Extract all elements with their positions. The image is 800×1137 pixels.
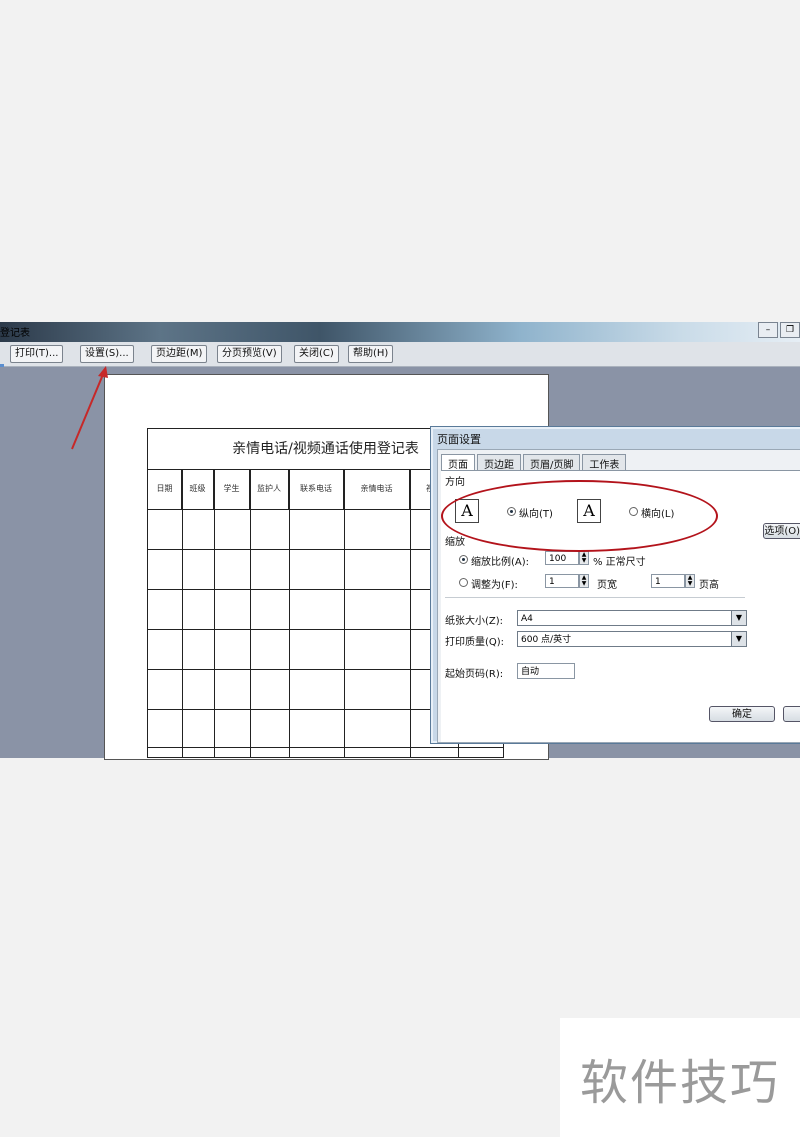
column-header: 联系电话 (289, 469, 344, 509)
window-titlebar: 登记表 – ❐ (0, 322, 800, 342)
column-header: 监护人 (250, 469, 289, 509)
column-line (344, 469, 345, 757)
column-header: 日期 (148, 469, 182, 509)
watermark-box: 软件技巧 (560, 1018, 800, 1137)
page-break-preview-button[interactable]: 分页预览(V) (217, 345, 282, 363)
ok-button[interactable]: 确定 (709, 706, 775, 722)
pages-tall-label: 页高 (699, 580, 719, 591)
print-quality-select[interactable]: 600 点/英寸 ▼ (517, 631, 747, 647)
fit-to-label[interactable]: 调整为(F): (471, 576, 518, 591)
column-line (214, 469, 215, 757)
watermark-text: 软件技巧 (579, 1055, 780, 1111)
red-highlight-circle (441, 480, 718, 552)
window-title: 登记表 (0, 328, 30, 339)
row-line (148, 747, 503, 748)
column-line (182, 469, 183, 757)
print-button[interactable]: 打印(T)... (10, 345, 64, 363)
print-preview-toolbar: 打印(T)... 设置(S)... 页边距(M) 分页预览(V) 关闭(C) 帮… (0, 342, 800, 382)
fit-to-radio[interactable] (459, 578, 468, 587)
column-header: 班级 (182, 469, 214, 509)
scale-ratio-label[interactable]: 缩放比例(A): (471, 553, 529, 568)
cancel-button[interactable] (783, 706, 800, 722)
margins-button[interactable]: 页边距(M) (151, 345, 208, 363)
print-quality-label: 打印质量(Q): (445, 637, 505, 648)
scale-ratio-suffix: % 正常尺寸 (593, 557, 646, 568)
page-setup-dialog: 页面设置 页面 页边距 页眉/页脚 工作表 方向 A 纵向(T) A 横向(L)… (430, 426, 800, 744)
help-button[interactable]: 帮助(H) (348, 345, 394, 363)
first-page-input[interactable]: 自动 (517, 663, 575, 679)
setup-button[interactable]: 设置(S)... (80, 345, 134, 363)
paper-size-select[interactable]: A4 ▼ (517, 610, 747, 626)
paper-size-label: 纸张大小(Z): (445, 616, 504, 627)
dialog-title: 页面设置 (437, 433, 481, 446)
minimize-icon[interactable]: – (758, 322, 778, 338)
chevron-down-icon[interactable]: ▼ (731, 611, 746, 625)
first-page-label: 起始页码(R): (445, 669, 504, 680)
close-button[interactable]: 关闭(C) (294, 345, 339, 363)
scale-ratio-input[interactable]: 100 (545, 551, 579, 565)
print-quality-value: 600 点/英寸 (521, 635, 572, 645)
pages-wide-label: 页宽 (597, 580, 617, 591)
pages-tall-input[interactable]: 1 (651, 574, 685, 588)
separator (445, 597, 745, 598)
pages-tall-spinner[interactable]: ▲ ▼ (685, 574, 695, 588)
paper-size-value: A4 (521, 614, 533, 624)
column-header: 亲情电话 (344, 469, 410, 509)
scale-ratio-spinner[interactable]: ▲ ▼ (579, 551, 589, 565)
column-header: 学生 (214, 469, 250, 509)
restore-icon[interactable]: ❐ (780, 322, 800, 338)
orientation-section-label: 方向 (445, 477, 465, 488)
options-button[interactable]: 选项(O)... (763, 523, 800, 539)
scale-ratio-radio[interactable] (459, 555, 468, 564)
column-line (289, 469, 290, 757)
column-line (250, 469, 251, 757)
pages-wide-input[interactable]: 1 (545, 574, 579, 588)
column-line (410, 469, 411, 757)
window-controls: – ❐ (758, 322, 800, 338)
chevron-down-icon[interactable]: ▼ (731, 632, 746, 646)
pages-wide-spinner[interactable]: ▲ ▼ (579, 574, 589, 588)
